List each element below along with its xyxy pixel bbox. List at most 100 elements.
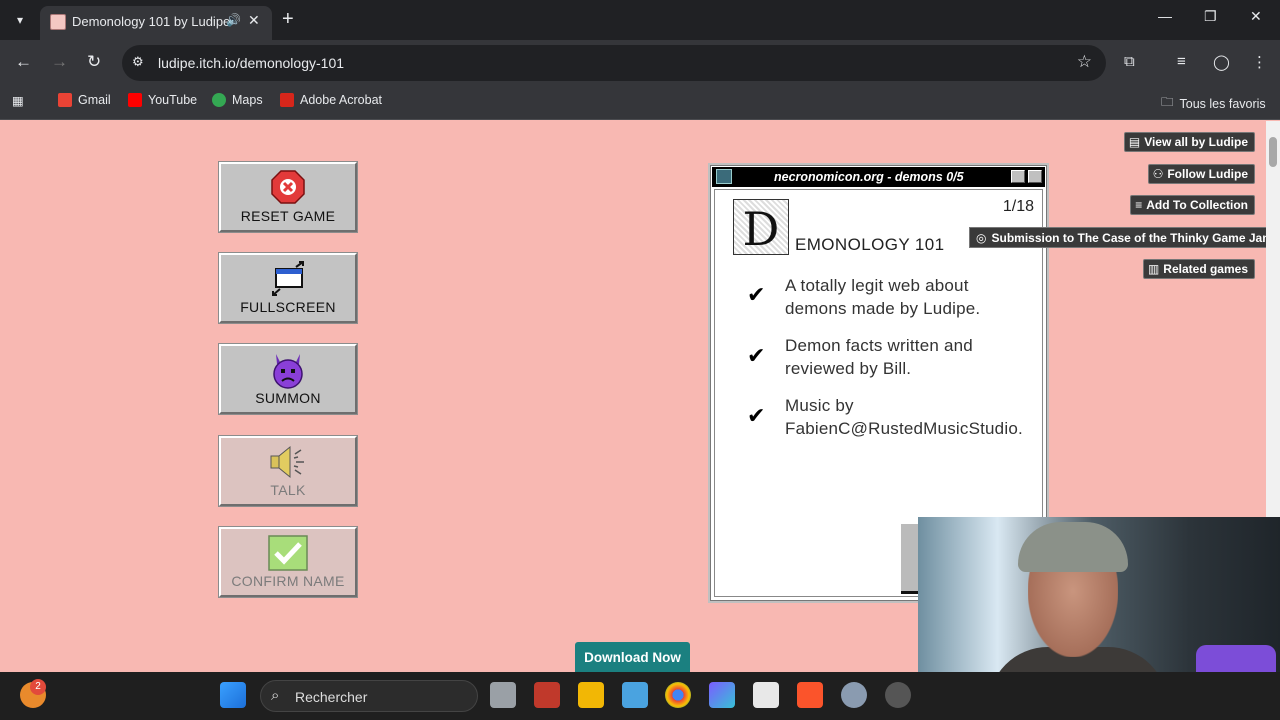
award-icon: ◎ (976, 230, 987, 245)
notification-badge: 2 (30, 679, 46, 695)
add-list-icon: ≡ (1135, 198, 1143, 212)
list-item: A totally legit web about demons made by… (785, 274, 980, 320)
view-all-button[interactable]: ▤ View all by Ludipe (1123, 132, 1255, 152)
summon-label: SUMMON (255, 390, 321, 406)
bookmark-gmail[interactable]: Gmail (58, 93, 111, 107)
summon-button[interactable]: SUMMON (219, 344, 357, 414)
check-icon: ✔ (747, 343, 766, 368)
back-icon[interactable]: ← (15, 52, 32, 72)
task-view-icon[interactable] (490, 682, 516, 708)
checkmark-icon (268, 535, 308, 571)
winrar-icon[interactable] (534, 682, 560, 708)
window-titlebar[interactable]: necronomicon.org - demons 0/5 (712, 167, 1045, 187)
audio-playing-icon[interactable]: 🔊 (226, 13, 241, 27)
apps-icon[interactable]: ▦ (12, 93, 24, 108)
jam-submission-link[interactable]: ◎ Submission to The Case of the Thinky G… (969, 227, 1280, 248)
restore-icon[interactable]: ❐ (1204, 8, 1217, 25)
new-tab-icon[interactable]: + (282, 8, 294, 30)
confirm-name-label: CONFIRM NAME (231, 573, 345, 589)
media-control-icon[interactable]: ≡ (1177, 53, 1186, 70)
profile-icon[interactable]: ◯ (1213, 53, 1230, 71)
window-close-icon[interactable]: ✕ (1250, 8, 1262, 25)
stop-sign-icon (271, 170, 305, 204)
windows-start-icon[interactable] (220, 682, 246, 708)
follow-button[interactable]: ⚇ Follow Ludipe (1147, 164, 1255, 184)
m365-icon[interactable] (709, 682, 735, 708)
bookmark-maps[interactable]: Maps (212, 93, 263, 107)
window-app-icon (716, 169, 732, 184)
gmail-icon (58, 93, 72, 107)
taskbar-search[interactable]: ⌕ Rechercher (260, 680, 478, 712)
window-minimize-button[interactable] (1011, 170, 1025, 183)
reload-icon[interactable]: ↻ (87, 52, 101, 72)
menu-icon[interactable]: ⋮ (1252, 53, 1267, 71)
bookmark-youtube[interactable]: YouTube (128, 93, 197, 107)
acrobat-icon (280, 93, 294, 107)
submission-label: Submission to The Case of the Thinky Gam… (991, 230, 1273, 245)
fullscreen-icon (272, 261, 304, 296)
store-icon: ▤ (1128, 135, 1141, 149)
list-item-line: A totally legit web about (785, 276, 969, 295)
fullscreen-label: FULLSCREEN (240, 299, 336, 315)
map-icon: ▥ (1147, 262, 1160, 276)
list-item-line: reviewed by Bill. (785, 359, 912, 378)
browser-toolbar: ← → ↻ ⚙ ludipe.itch.io/demonology-101 ☆ … (0, 40, 1280, 86)
extensions-icon[interactable]: ⧉ (1124, 53, 1135, 70)
browser-tab-bar: ▾ Demonology 101 by Ludipe 🔊 ✕ + — ❐ ✕ (0, 0, 1280, 40)
talk-button[interactable]: TALK (219, 436, 357, 506)
site-info-icon[interactable]: ⚙ (132, 54, 144, 70)
tab-title: Demonology 101 by Ludipe (72, 14, 231, 29)
active-tab[interactable]: Demonology 101 by Ludipe 🔊 ✕ (40, 6, 272, 40)
bookmark-label: Maps (232, 93, 263, 107)
related-games-button[interactable]: ▥ Related games (1142, 259, 1255, 279)
tab-search-icon[interactable]: ▾ (8, 8, 32, 32)
add-collection-label: Add To Collection (1146, 198, 1248, 212)
check-icon: ✔ (747, 403, 766, 428)
add-collection-button[interactable]: ≡ Add To Collection (1130, 195, 1255, 215)
confirm-name-button[interactable]: CONFIRM NAME (219, 527, 357, 597)
list-item-line: Demon facts written and (785, 336, 973, 355)
url-text: ludipe.itch.io/demonology-101 (158, 55, 345, 71)
document-heading: EMONOLOGY 101 (795, 235, 945, 254)
window-maximize-button[interactable] (1028, 170, 1042, 183)
chrome-icon[interactable] (665, 682, 691, 708)
scrollbar-thumb[interactable] (1269, 137, 1277, 167)
download-now-button[interactable]: Download Now (575, 642, 690, 673)
file-explorer-icon[interactable] (578, 682, 604, 708)
bookmark-acrobat[interactable]: Adobe Acrobat (280, 93, 382, 107)
window-title: necronomicon.org - demons 0/5 (774, 170, 964, 184)
list-item: Music by FabienC@RustedMusicStudio. (785, 394, 1023, 440)
youtube-icon (128, 93, 142, 107)
streamer-headband (1018, 522, 1128, 572)
tab-close-icon[interactable]: ✕ (248, 12, 260, 29)
settings-icon[interactable] (841, 682, 867, 708)
bookmark-label: YouTube (148, 93, 198, 107)
maps-icon (212, 93, 226, 107)
reset-game-label: RESET GAME (240, 208, 336, 224)
site-favicon-icon (50, 14, 66, 30)
list-item-line: FabienC@RustedMusicStudio. (785, 419, 1023, 438)
folder-icon: 🗀 (1161, 95, 1174, 109)
list-item-line: demons made by Ludipe. (785, 299, 981, 318)
bookmark-label: Adobe Acrobat (300, 93, 383, 107)
microsoft-store-icon[interactable] (622, 682, 648, 708)
speaker-icon (270, 445, 304, 479)
obs-icon[interactable] (885, 682, 911, 708)
related-games-label: Related games (1163, 262, 1248, 276)
talk-label: TALK (270, 482, 306, 498)
minimize-icon[interactable]: — (1158, 8, 1172, 24)
view-all-label: View all by Ludipe (1144, 135, 1248, 149)
bookmark-star-icon[interactable]: ☆ (1077, 52, 1092, 72)
drop-cap-letter: D (742, 202, 780, 256)
forward-icon[interactable]: → (51, 52, 68, 72)
address-bar[interactable]: ⚙ ludipe.itch.io/demonology-101 ☆ (122, 45, 1106, 81)
follow-label: Follow Ludipe (1167, 167, 1248, 181)
download-label: Download Now (584, 650, 681, 665)
bookmark-label: Gmail (78, 93, 111, 107)
reset-game-button[interactable]: RESET GAME (219, 162, 357, 232)
check-icon: ✔ (747, 282, 766, 307)
notepad-icon[interactable] (753, 682, 779, 708)
fullscreen-button[interactable]: FULLSCREEN (219, 253, 357, 323)
all-bookmarks[interactable]: 🗀 Tous les favoris (1161, 93, 1266, 114)
brave-icon[interactable] (797, 682, 823, 708)
